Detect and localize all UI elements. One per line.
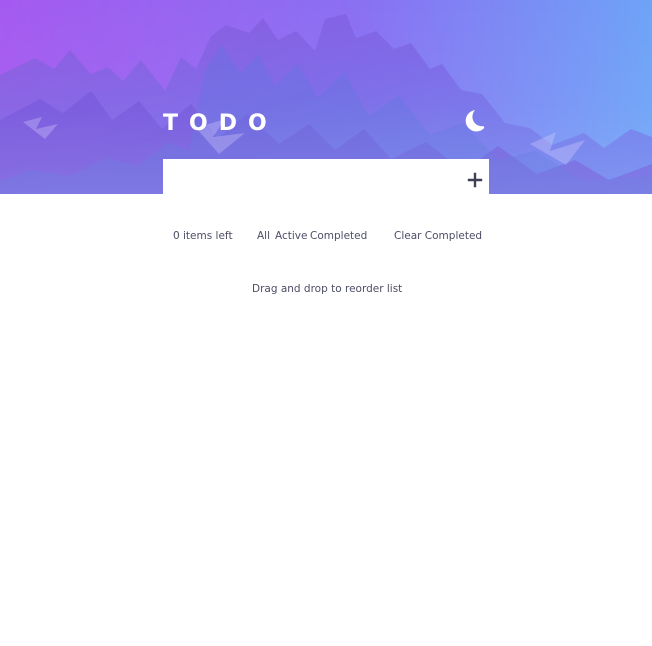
add-todo-button[interactable] bbox=[466, 171, 484, 189]
new-todo-panel bbox=[163, 159, 489, 194]
moon-icon bbox=[465, 110, 485, 132]
theme-toggle-button[interactable] bbox=[462, 106, 490, 134]
items-left-count: 0 items left bbox=[173, 230, 233, 242]
app-title: TODO bbox=[163, 111, 278, 136]
todo-page: TODO 0 items left All Active Completed C… bbox=[0, 0, 652, 646]
filter-active-button[interactable]: Active bbox=[275, 229, 307, 243]
new-todo-input[interactable] bbox=[163, 159, 453, 194]
clear-completed-button[interactable]: Clear Completed bbox=[394, 229, 482, 243]
filter-all-button[interactable]: All bbox=[257, 229, 270, 243]
plus-icon bbox=[467, 172, 483, 188]
drag-drop-hint: Drag and drop to reorder list bbox=[252, 283, 403, 295]
header-banner: TODO bbox=[0, 0, 652, 194]
filter-completed-button[interactable]: Completed bbox=[310, 229, 367, 243]
